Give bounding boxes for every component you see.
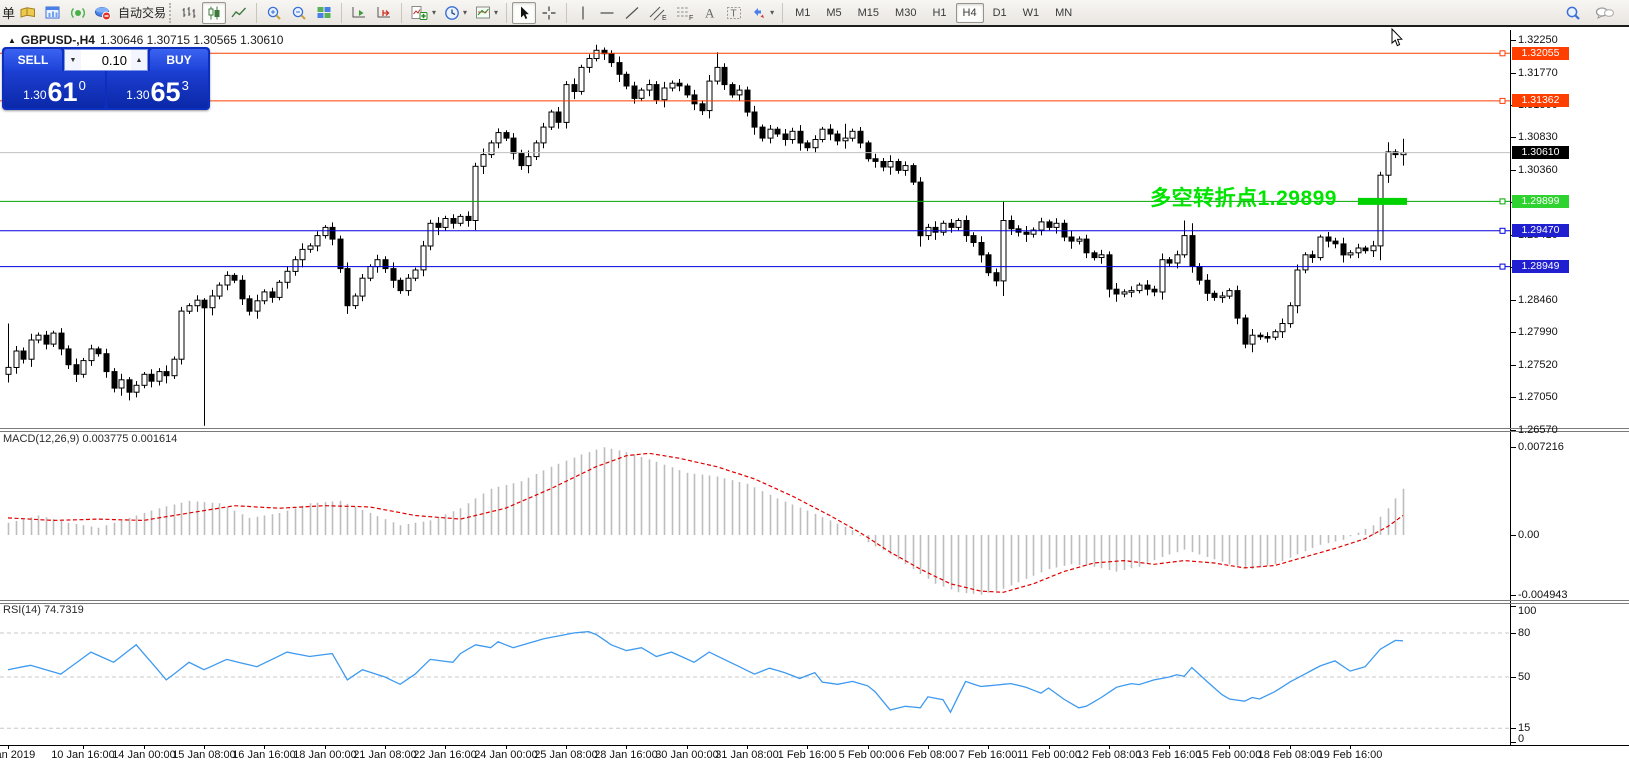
macd-values: 0.003775 0.001614 (82, 433, 177, 445)
rsi-tick-label: 100 (1518, 605, 1536, 617)
date-tick-label: 13 Feb 16:00 (1137, 749, 1202, 761)
date-tick-label: 24 Jan 00:00 (474, 749, 538, 761)
sell-price-small: 1.30 (23, 88, 46, 102)
price-tick-label: 1.26570 (1518, 424, 1558, 436)
date-tick-label: 10 Jan 16:00 (51, 749, 115, 761)
buy-price-small: 1.30 (126, 88, 149, 102)
date-tick-label: 16 Jan 16:00 (232, 749, 296, 761)
hline-price-badge: 1.29899 (1512, 195, 1569, 208)
buy-price-big: 65 (151, 80, 181, 105)
rsi-tick-label: 0 (1518, 733, 1524, 745)
sell-price[interactable]: 1.30 61 0 (4, 71, 105, 108)
sell-price-sup: 0 (79, 81, 86, 91)
buy-button[interactable]: BUY (150, 49, 208, 71)
date-tick-label: 25 Jan 08:00 (534, 749, 598, 761)
date-tick-label: 18 Jan 00:00 (293, 749, 357, 761)
macd-tick-label: -0.004943 (1518, 589, 1568, 601)
date-tick-label: 15 Jan 08:00 (172, 749, 236, 761)
price-tick-label: 1.32250 (1518, 34, 1558, 46)
date-tick-label: 11 Feb 00:00 (1017, 749, 1081, 761)
current-price-badge: 1.30610 (1512, 146, 1569, 159)
rsi-tick-label: 80 (1518, 627, 1530, 639)
hline-price-badge: 1.28949 (1512, 260, 1569, 273)
macd-indicator-label: MACD(12,26,9) 0.003775 0.001614 (3, 433, 177, 445)
price-tick-label: 1.31770 (1518, 67, 1558, 79)
annotation-text[interactable]: 多空转折点1.29899 (1150, 182, 1337, 212)
date-tick-label: 28 Jan 16:00 (594, 749, 658, 761)
collapse-triangle-icon[interactable]: ▲ (8, 36, 16, 45)
buy-price-sup: 3 (182, 81, 189, 91)
sell-button[interactable]: SELL (4, 49, 62, 71)
date-tick-label: 6 Feb 08:00 (899, 749, 958, 761)
date-tick-label: 21 Jan 08:00 (353, 749, 417, 761)
date-tick-label: 12 Feb 08:00 (1077, 749, 1142, 761)
hline-price-badge: 1.29470 (1512, 224, 1569, 237)
date-tick-label: 22 Jan 16:00 (413, 749, 477, 761)
date-tick-label: 19 Feb 16:00 (1318, 749, 1383, 761)
price-tick-label: 1.27990 (1518, 326, 1558, 338)
hline-price-badge: 1.31362 (1512, 94, 1569, 107)
volume-increase-button[interactable]: ▲ (131, 50, 147, 70)
ohlc-values: 1.30646 1.30715 1.30565 1.30610 (100, 33, 284, 47)
sell-price-big: 61 (48, 80, 78, 105)
macd-tick-label: 0.007216 (1518, 441, 1564, 453)
date-tick-label: 5 Feb 00:00 (839, 749, 898, 761)
macd-tick-label: 0.00 (1518, 529, 1539, 541)
date-tick-label: 15 Feb 00:00 (1197, 749, 1262, 761)
price-tick-label: 1.28460 (1518, 294, 1558, 306)
price-tick-label: 1.27520 (1518, 359, 1558, 371)
price-tick-label: 1.30360 (1518, 164, 1558, 176)
rsi-tick-label: 50 (1518, 671, 1530, 683)
mt4-window: 单 自动交易 ▾ (0, 0, 1629, 770)
chart-canvas[interactable] (0, 0, 1629, 770)
chart-title: ▲ GBPUSD-,H4 1.30646 1.30715 1.30565 1.3… (8, 33, 283, 47)
volume-input[interactable]: 0.10 (81, 50, 131, 70)
price-tick-label: 1.30830 (1518, 131, 1558, 143)
volume-spinner: ▼ 0.10 ▲ (64, 49, 148, 71)
buy-price[interactable]: 1.30 65 3 (107, 71, 208, 108)
volume-decrease-button[interactable]: ▼ (65, 50, 81, 70)
date-tick-label: 7 Feb 16:00 (959, 749, 1018, 761)
symbol-period-label: GBPUSD-,H4 (21, 33, 95, 47)
date-tick-label: 18 Feb 08:00 (1258, 749, 1323, 761)
date-tick-label: 14 Jan 00:00 (112, 749, 176, 761)
price-tick-label: 1.27050 (1518, 391, 1558, 403)
one-click-trading-panel: SELL ▼ 0.10 ▲ BUY 1.30 61 0 1.30 65 3 (2, 47, 210, 110)
date-tick-label: 31 Jan 08:00 (715, 749, 779, 761)
date-tick-label: 1 Feb 16:00 (778, 749, 837, 761)
rsi-indicator-label: RSI(14) 74.7319 (3, 604, 84, 616)
date-tick-label: 30 Jan 00:00 (655, 749, 719, 761)
hline-price-badge: 1.32055 (1512, 47, 1569, 60)
date-tick-label: 9 Jan 2019 (0, 749, 35, 761)
rsi-value: 74.7319 (44, 604, 84, 616)
